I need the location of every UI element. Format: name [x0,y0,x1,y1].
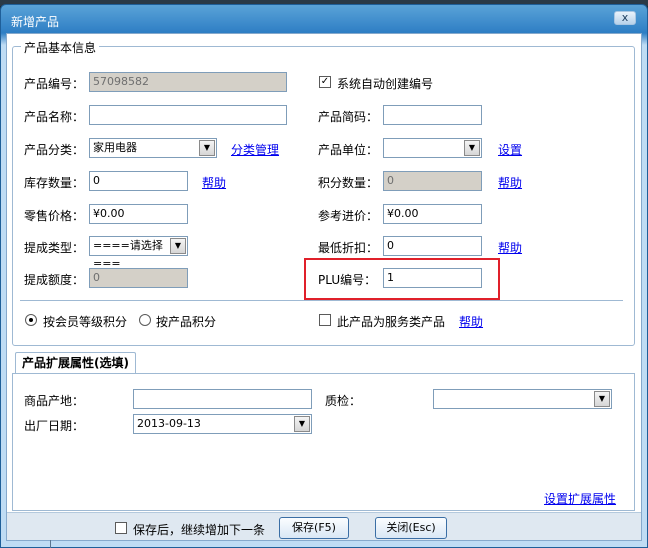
title-bar[interactable]: 新增产品 x [1,5,647,33]
quality-label: 质检： [325,394,362,408]
origin-label: 商品产地： [24,394,85,408]
radio-member-level-label: 按会员等级积分 [43,315,128,329]
min-discount-label: 最低折扣： [318,241,379,255]
mfg-date-picker[interactable]: 2013-09-13 ▼ [133,414,312,434]
chevron-down-icon: ▼ [199,140,215,156]
setup-extended-attributes-link[interactable]: 设置扩展属性 [544,490,616,507]
radio-product-points[interactable] [139,314,151,326]
origin-input[interactable] [133,389,312,409]
tab-extended-attributes[interactable]: 产品扩展属性(选填) [15,352,136,374]
points-help-link[interactable]: 帮助 [498,174,522,191]
auto-code-checkbox[interactable]: ✓ [319,76,331,88]
dialog-footer: 保存后，继续增加下一条 保存(F5) 关闭(Esc) [7,512,641,540]
unit-label: 产品单位： [318,143,379,157]
retail-price-input[interactable]: ¥0.00 [89,204,188,224]
commission-amount-field: 0 [89,268,188,288]
short-name-input[interactable] [383,105,482,125]
service-help-link[interactable]: 帮助 [459,313,483,330]
stock-label: 库存数量： [24,176,85,190]
min-discount-help-link[interactable]: 帮助 [498,239,522,256]
new-product-dialog: 新增产品 x 产品基本信息 产品编号： 57098582 ✓ 系统自动创建编号 … [0,4,648,548]
background-edge [50,540,51,548]
category-select-value: 家用电器 [93,141,137,154]
plu-label: PLU编号： [318,273,377,287]
purchase-price-label: 参考进价： [318,209,379,223]
stock-help-link[interactable]: 帮助 [202,174,226,191]
window-title: 新增产品 [11,15,60,29]
short-name-label: 产品简码： [318,110,379,124]
chevron-down-icon: ▼ [464,140,480,156]
chevron-down-icon: ▼ [294,416,310,432]
chevron-down-icon: ▼ [170,238,186,254]
chevron-down-icon: ▼ [594,391,610,407]
product-name-label: 产品名称： [24,110,85,124]
dialog-client-area: 产品基本信息 产品编号： 57098582 ✓ 系统自动创建编号 产品名称： 产… [6,33,642,541]
retail-price-label: 零售价格： [24,209,85,223]
basic-info-title: 产品基本信息 [21,39,100,56]
points-field: 0 [383,171,482,191]
min-discount-input[interactable]: 0 [383,236,482,256]
product-code-label: 产品编号： [24,77,85,91]
mfg-date-label: 出厂日期： [24,419,85,433]
radio-member-level-points[interactable] [25,314,37,326]
purchase-price-input[interactable]: ¥0.00 [383,204,482,224]
points-label: 积分数量： [318,176,379,190]
stock-input[interactable]: 0 [89,171,188,191]
category-label: 产品分类： [24,143,85,157]
commission-type-select[interactable]: ====请选择=== ▼ [89,236,188,270]
service-product-label: 此产品为服务类产品 [337,315,446,329]
commission-type-label: 提成类型： [24,241,85,255]
service-product-checkbox[interactable] [319,314,331,326]
category-select[interactable]: 家用电器 ▼ [89,138,217,158]
save-button[interactable]: 保存(F5) [279,517,349,539]
basic-divider [20,300,623,301]
product-name-input[interactable] [89,105,287,125]
radio-product-label: 按产品积分 [156,315,217,329]
close-icon[interactable]: x [614,11,636,25]
category-manage-link[interactable]: 分类管理 [231,141,279,158]
plu-input[interactable]: 1 [383,268,482,288]
unit-select[interactable]: ▼ [383,138,482,158]
auto-code-label: 系统自动创建编号 [337,77,434,91]
mfg-date-value: 2013-09-13 [137,417,201,430]
product-code-field: 57098582 [89,72,287,92]
unit-setting-link[interactable]: 设置 [498,141,522,158]
continue-add-checkbox[interactable] [115,522,127,534]
quality-select[interactable]: ▼ [433,389,612,409]
close-button[interactable]: 关闭(Esc) [375,517,447,539]
continue-add-label: 保存后，继续增加下一条 [133,523,266,537]
commission-amount-label: 提成额度： [24,273,85,287]
